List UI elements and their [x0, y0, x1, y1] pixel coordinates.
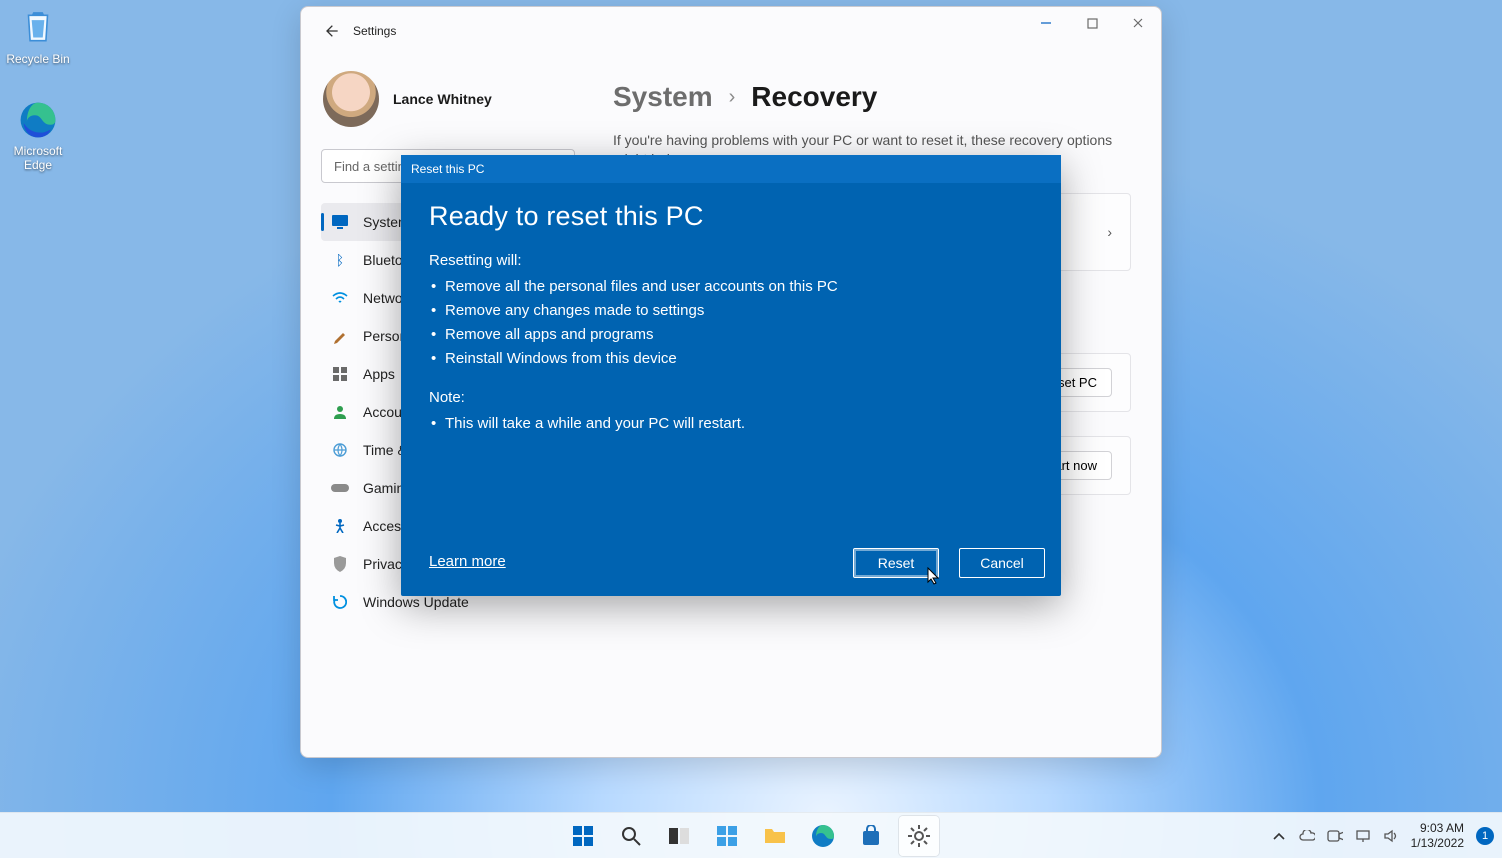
avatar: [323, 71, 379, 127]
maximize-button[interactable]: [1069, 7, 1115, 39]
minimize-button[interactable]: [1023, 7, 1069, 39]
chevron-right-icon: ›: [1107, 224, 1112, 240]
cancel-button[interactable]: Cancel: [959, 548, 1045, 578]
notification-badge[interactable]: 1: [1476, 827, 1494, 845]
edge-taskbar-button[interactable]: [803, 816, 843, 856]
widgets-button[interactable]: [707, 816, 747, 856]
reset-modal: Reset this PC Ready to reset this PC Res…: [401, 155, 1061, 596]
desktop-icon-edge[interactable]: Microsoft Edge: [2, 100, 74, 172]
user-row[interactable]: Lance Whitney: [323, 71, 597, 127]
shield-icon: [331, 555, 349, 573]
update-icon: [331, 593, 349, 611]
reset-button[interactable]: Reset: [853, 548, 939, 578]
apps-icon: [331, 365, 349, 383]
task-view-button[interactable]: [659, 816, 699, 856]
system-icon: [331, 213, 349, 231]
desktop-icon-label: Microsoft Edge: [2, 144, 74, 172]
globe-icon: [331, 441, 349, 459]
modal-bullet: Remove any changes made to settings: [429, 299, 1033, 323]
modal-note-list: This will take a while and your PC will …: [429, 412, 1033, 436]
store-button[interactable]: [851, 816, 891, 856]
file-explorer-button[interactable]: [755, 816, 795, 856]
modal-bullet-list: Remove all the personal files and user a…: [429, 275, 1033, 371]
learn-more-link[interactable]: Learn more: [429, 553, 506, 570]
modal-bullet: Remove all apps and programs: [429, 323, 1033, 347]
clock[interactable]: 9:03 AM 1/13/2022: [1411, 821, 1464, 850]
taskbar: 9:03 AM 1/13/2022 1: [0, 812, 1502, 858]
date: 1/13/2022: [1411, 836, 1464, 850]
system-tray: 9:03 AM 1/13/2022 1: [1271, 821, 1494, 850]
page-title: Recovery: [751, 81, 877, 113]
edge-icon: [18, 100, 58, 140]
nav-label: Windows Update: [363, 594, 469, 610]
brush-icon: [331, 327, 349, 345]
tray-chevron-up-icon[interactable]: [1271, 828, 1287, 844]
back-button[interactable]: [315, 15, 347, 47]
volume-icon[interactable]: [1383, 828, 1399, 844]
start-button[interactable]: [563, 816, 603, 856]
accessibility-icon: [331, 517, 349, 535]
modal-note-bullet: This will take a while and your PC will …: [429, 412, 1033, 436]
modal-subhead: Resetting will:: [429, 252, 1033, 269]
chevron-right-icon: ›: [729, 86, 736, 109]
app-title: Settings: [353, 24, 396, 38]
modal-titlebar: Reset this PC: [401, 155, 1061, 183]
recycle-bin-icon: [18, 8, 58, 48]
search-button[interactable]: [611, 816, 651, 856]
bluetooth-icon: ᛒ: [331, 251, 349, 269]
breadcrumb: System › Recovery: [613, 81, 1131, 113]
modal-bullet: Remove all the personal files and user a…: [429, 275, 1033, 299]
modal-note-head: Note:: [429, 389, 1033, 406]
modal-bullet: Reinstall Windows from this device: [429, 347, 1033, 371]
desktop-icon-label: Recycle Bin: [6, 52, 69, 66]
time: 9:03 AM: [1411, 821, 1464, 835]
titlebar: Settings: [301, 7, 1161, 55]
wifi-icon: [331, 289, 349, 307]
close-button[interactable]: [1115, 7, 1161, 39]
person-icon: [331, 403, 349, 421]
modal-heading: Ready to reset this PC: [429, 201, 1033, 232]
gamepad-icon: [331, 479, 349, 497]
onedrive-icon[interactable]: [1299, 828, 1315, 844]
meet-now-icon[interactable]: [1327, 828, 1343, 844]
user-name: Lance Whitney: [393, 91, 492, 107]
desktop-icon-recycle-bin[interactable]: Recycle Bin: [2, 8, 74, 66]
network-icon[interactable]: [1355, 828, 1371, 844]
nav-label: Apps: [363, 366, 395, 382]
settings-taskbar-button[interactable]: [899, 816, 939, 856]
breadcrumb-parent[interactable]: System: [613, 81, 713, 113]
desktop: Recycle Bin Microsoft Edge Settings Lanc: [0, 0, 1502, 858]
